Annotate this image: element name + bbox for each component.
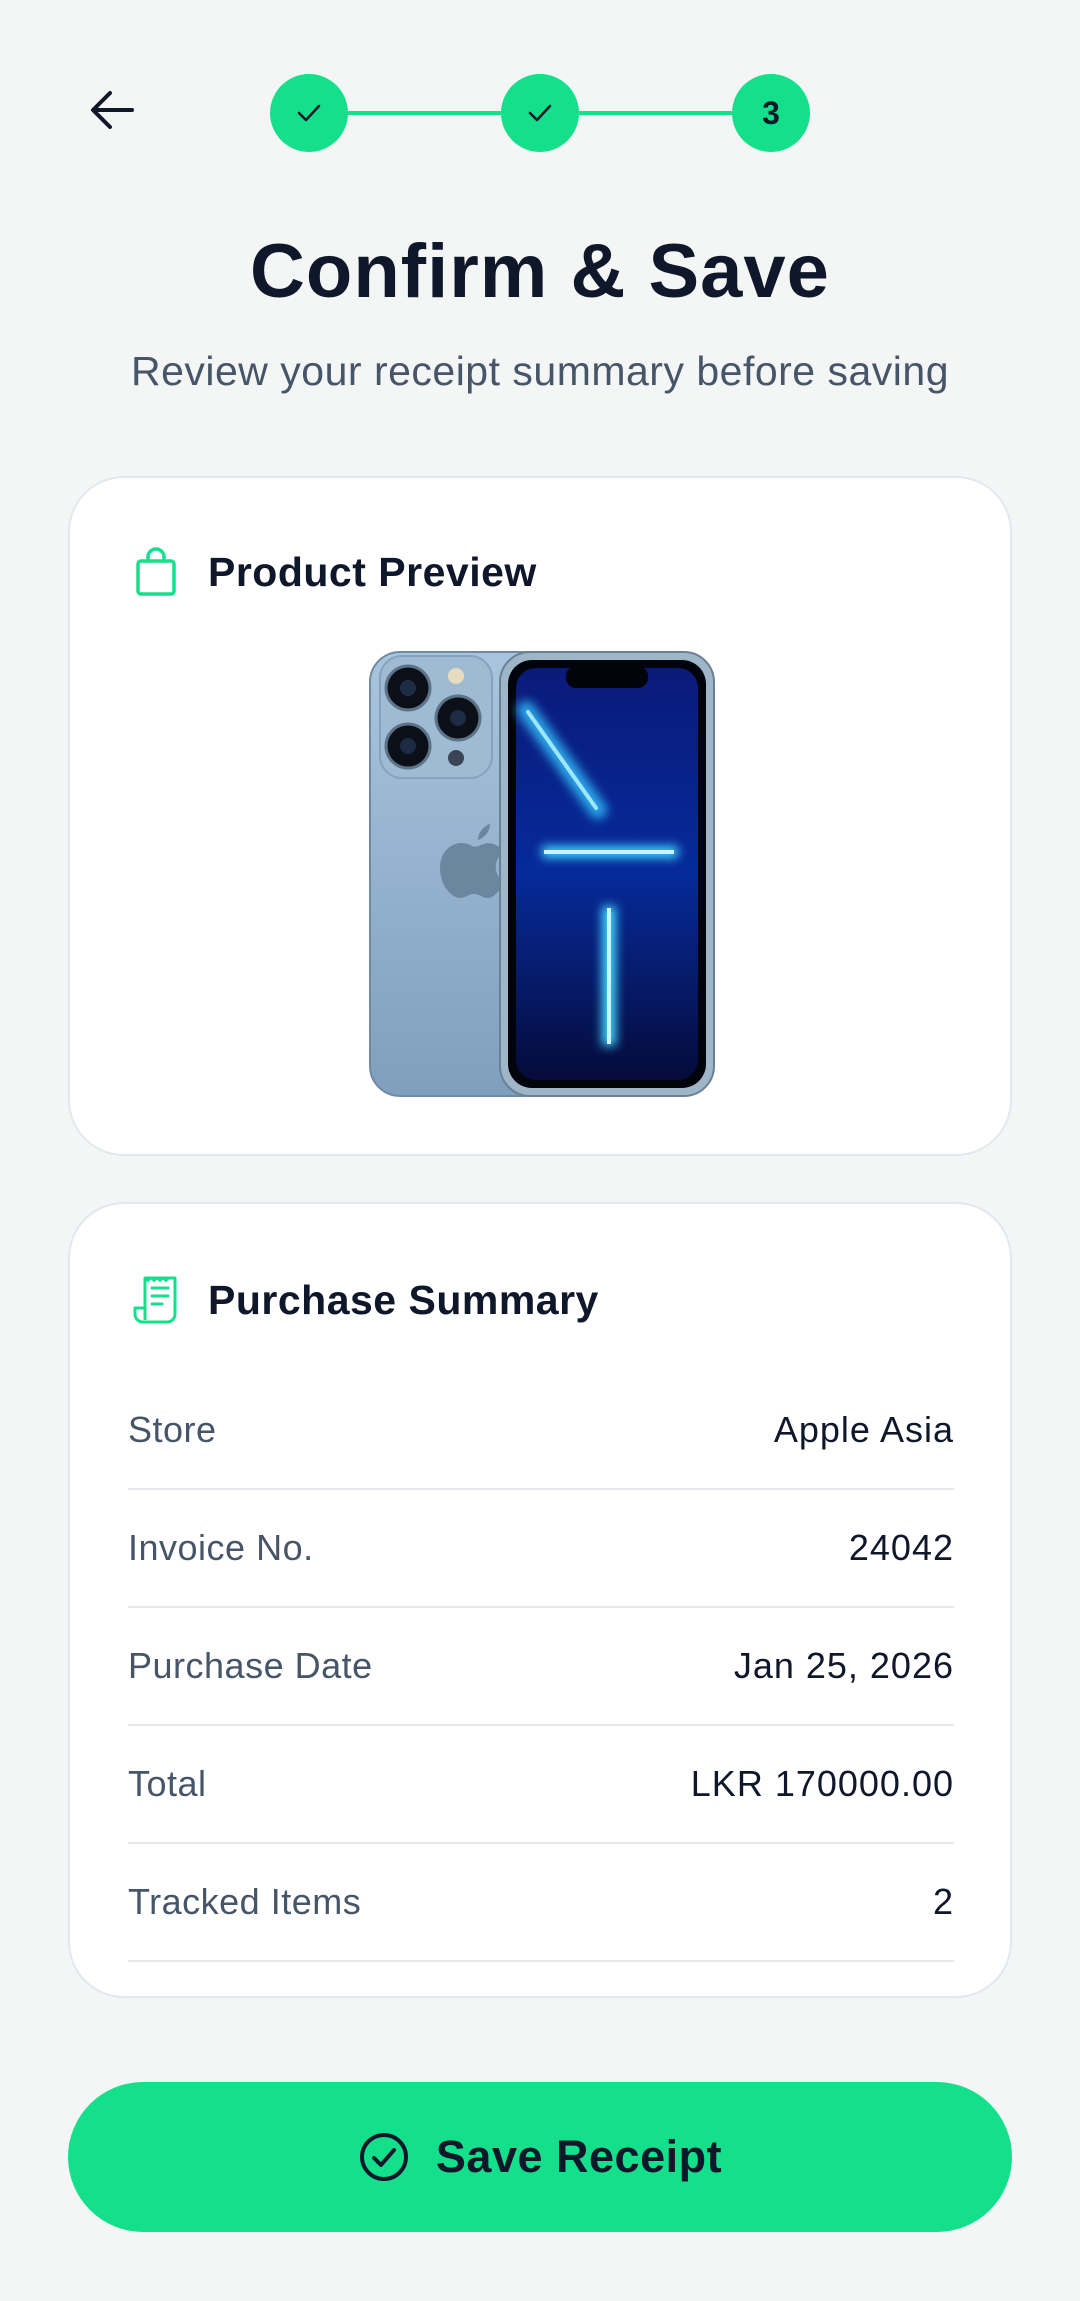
row-value: Apple Asia	[773, 1409, 954, 1450]
step-2-completed	[501, 74, 579, 152]
row-value: 2	[932, 1881, 954, 1922]
check-icon	[528, 104, 552, 122]
card-header: Product Preview	[132, 544, 537, 600]
back-button[interactable]	[80, 78, 144, 142]
card-title: Purchase Summary	[208, 1276, 599, 1323]
step-number: 3	[762, 94, 780, 131]
product-preview-card: Product Preview	[68, 476, 1012, 1156]
summary-list: Store Apple Asia Invoice No. 24042 Purch…	[128, 1372, 954, 1962]
page-subtitle: Review your receipt summary before savin…	[130, 348, 950, 394]
confirm-save-screen: 3 Confirm & Save Review your receipt sum…	[0, 0, 1080, 2301]
card-header: Purchase Summary	[132, 1272, 599, 1328]
shopping-bag-icon	[132, 544, 180, 600]
summary-row-tracked-items: Tracked Items 2	[128, 1844, 954, 1962]
summary-row-date: Purchase Date Jan 25, 2026	[128, 1608, 954, 1726]
step-1-completed	[270, 74, 348, 152]
arrow-left-icon	[91, 91, 134, 129]
row-label: Purchase Date	[128, 1645, 373, 1686]
step-3-current: 3	[732, 74, 810, 152]
row-value: Jan 25, 2026	[733, 1645, 954, 1686]
row-value: 24042	[848, 1527, 954, 1568]
row-label: Store	[128, 1409, 217, 1450]
receipt-icon	[132, 1272, 180, 1328]
row-value: LKR 170000.00	[690, 1763, 954, 1804]
progress-stepper: 3	[270, 74, 810, 152]
row-label: Invoice No.	[128, 1527, 314, 1568]
page-title: Confirm & Save	[250, 229, 830, 314]
check-icon	[297, 104, 321, 122]
save-receipt-label: Save Receipt	[435, 2131, 723, 2182]
purchase-summary-card: Purchase Summary Store Apple Asia Invoic…	[68, 1202, 1012, 1998]
check-circle-icon	[359, 2133, 408, 2181]
row-label: Total	[128, 1763, 207, 1804]
card-title: Product Preview	[208, 548, 537, 595]
step-connector	[348, 111, 502, 115]
summary-row-invoice: Invoice No. 24042	[128, 1490, 954, 1608]
step-connector	[578, 111, 732, 115]
save-receipt-button[interactable]: Save Receipt	[68, 2082, 1012, 2232]
summary-row-total: Total LKR 170000.00	[128, 1726, 954, 1844]
row-label: Tracked Items	[128, 1881, 362, 1922]
iphone-product-image	[369, 651, 715, 1097]
summary-row-store: Store Apple Asia	[128, 1372, 954, 1490]
